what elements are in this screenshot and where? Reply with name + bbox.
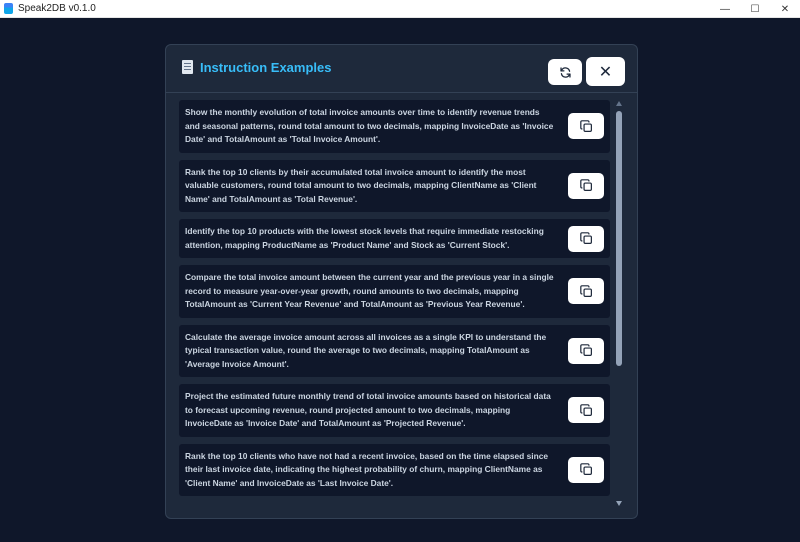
modal-header: Instruction Examples ✕ xyxy=(166,45,637,93)
example-item: Project the estimated future monthly tre… xyxy=(179,384,610,437)
copy-button[interactable] xyxy=(568,456,604,483)
example-item: Identify the top 10 products with the lo… xyxy=(179,219,610,258)
maximize-button[interactable]: ☐ xyxy=(740,0,770,18)
copy-icon xyxy=(579,232,592,244)
close-icon: ✕ xyxy=(598,63,613,81)
refresh-button[interactable] xyxy=(548,59,582,85)
copy-button[interactable] xyxy=(568,113,604,140)
copy-icon xyxy=(579,403,592,416)
copy-button[interactable] xyxy=(568,397,604,424)
example-text: Rank the top 10 clients by their accumul… xyxy=(185,166,537,204)
scrollbar[interactable] xyxy=(615,101,624,506)
example-item: Show the monthly evolution of total invo… xyxy=(179,100,610,153)
example-text: Project the estimated future monthly tre… xyxy=(185,391,551,428)
example-text: Calculate the average invoice amount acr… xyxy=(185,331,547,369)
window-controls: — ☐ ✕ xyxy=(710,0,800,18)
scroll-down-arrow-icon[interactable] xyxy=(616,501,622,506)
scroll-up-arrow-icon[interactable] xyxy=(616,101,622,106)
window-titlebar: Speak2DB v0.1.0 — ☐ ✕ xyxy=(0,0,800,18)
app-logo-icon xyxy=(4,3,13,14)
copy-icon xyxy=(579,179,592,192)
modal-title: Instruction Examples xyxy=(200,60,332,75)
examples-list: Show the monthly evolution of total invo… xyxy=(179,100,611,505)
example-item: Calculate the average invoice amount acr… xyxy=(179,324,610,377)
document-icon xyxy=(182,60,193,74)
minimize-button[interactable]: — xyxy=(710,0,740,18)
copy-button[interactable] xyxy=(568,225,604,252)
close-button[interactable]: ✕ xyxy=(586,57,625,86)
example-text: Identify the top 10 products with the lo… xyxy=(185,226,544,250)
copy-icon xyxy=(579,344,592,357)
refresh-icon xyxy=(559,66,571,78)
example-item: Rank the top 10 clients by their accumul… xyxy=(179,159,610,212)
scrollbar-thumb[interactable] xyxy=(616,111,622,366)
example-text: Show the monthly evolution of total invo… xyxy=(185,107,554,144)
example-text: Rank the top 10 clients who have not had… xyxy=(185,450,549,488)
window-title: Speak2DB v0.1.0 xyxy=(18,3,96,14)
copy-button[interactable] xyxy=(568,172,604,199)
instruction-examples-modal: Instruction Examples ✕ Show the monthly … xyxy=(165,44,638,519)
copy-button[interactable] xyxy=(568,337,604,364)
example-item: Rank the top 10 clients who have not had… xyxy=(179,443,610,496)
copy-icon xyxy=(579,119,592,132)
copy-icon xyxy=(579,284,592,297)
example-text: Compare the total invoice amount between… xyxy=(185,272,554,309)
example-item: Compare the total invoice amount between… xyxy=(179,265,610,318)
copy-button[interactable] xyxy=(568,278,604,305)
window-close-button[interactable]: ✕ xyxy=(770,0,800,18)
copy-icon xyxy=(579,463,592,476)
